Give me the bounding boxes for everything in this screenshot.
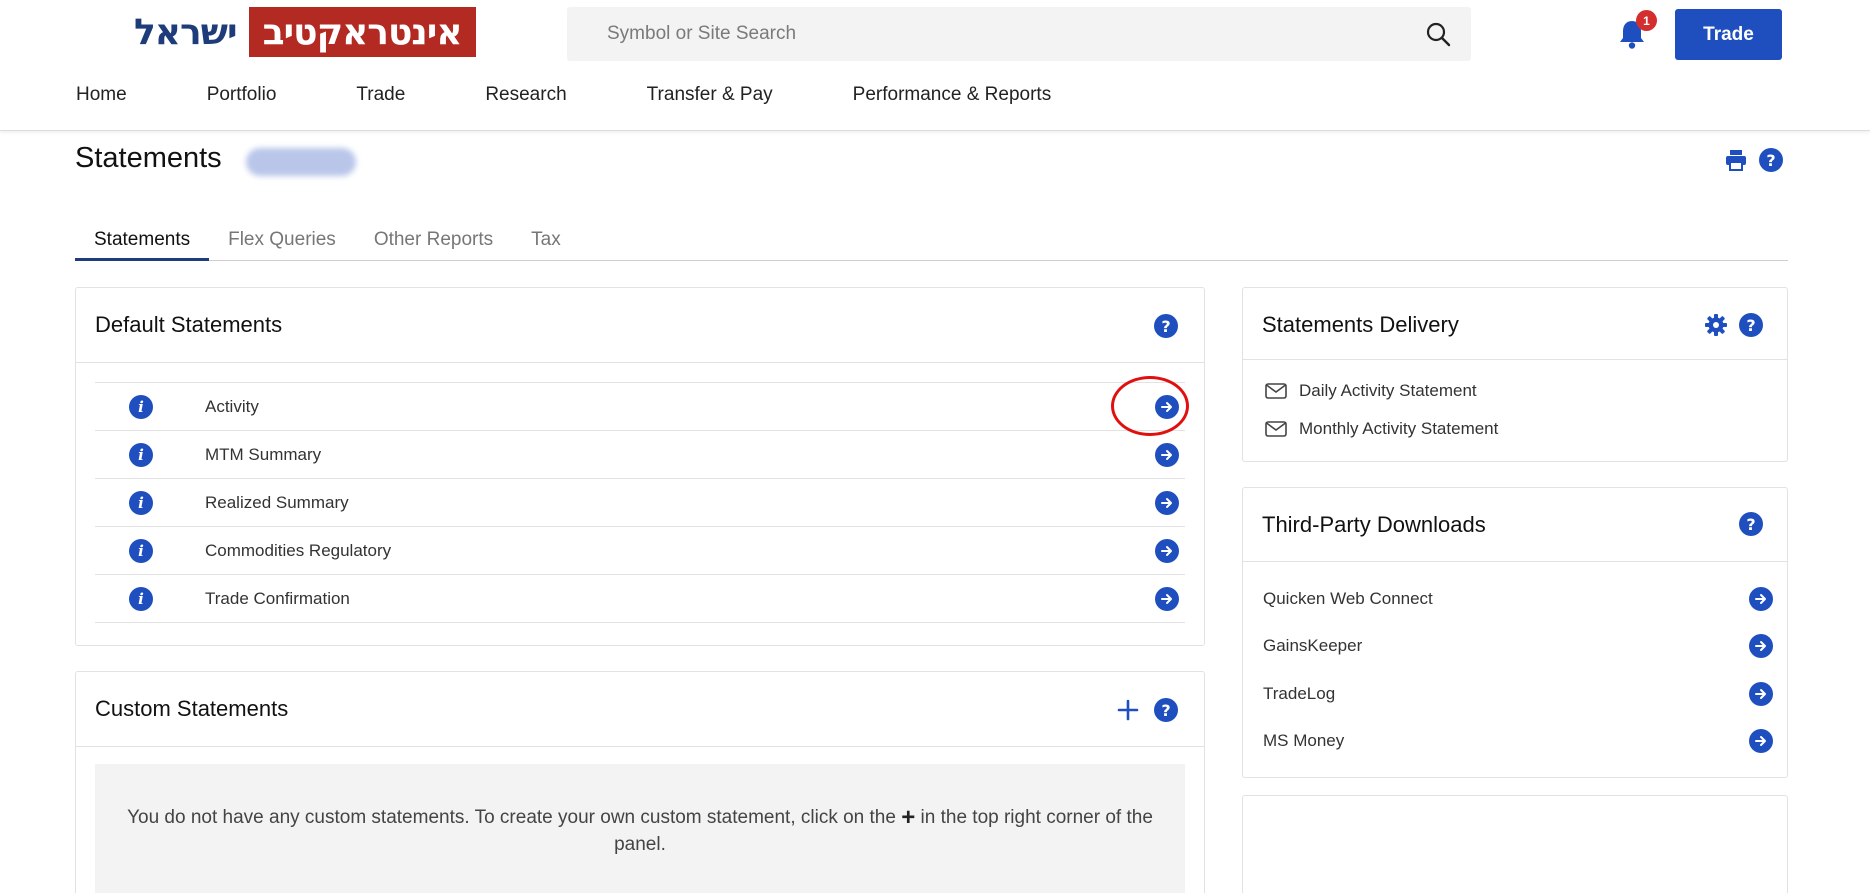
page-help-icon[interactable]: ? [1759, 148, 1783, 172]
delivery-label: Daily Activity Statement [1299, 381, 1477, 400]
nav-item-portfolio[interactable]: Portfolio [207, 84, 277, 106]
statement-label: Realized Summary [205, 493, 349, 512]
statements-delivery-panel: Statements Delivery ? Daily Activity Sta… [1242, 287, 1788, 462]
trade-button[interactable]: Trade [1675, 9, 1782, 60]
tab-tax[interactable]: Tax [512, 228, 580, 261]
statement-label: MTM Summary [205, 445, 322, 464]
panel-header: Third-Party Downloads ? [1243, 488, 1787, 562]
tab-statements[interactable]: Statements [75, 228, 210, 261]
download-label: MS Money [1263, 731, 1345, 750]
nav-item-home[interactable]: Home [76, 84, 127, 106]
download-item-ms-money: MS Money [1263, 728, 1773, 754]
statement-row-realized-summary: i Realized Summary [95, 478, 1185, 526]
default-statements-panel: Default Statements ? i Activity i MTM Su… [75, 287, 1205, 646]
download-label: TradeLog [1263, 684, 1336, 703]
empty-state-text: You do not have any custom statements. T… [115, 804, 1165, 858]
envelope-icon [1265, 383, 1287, 399]
panel-title: Default Statements [95, 312, 283, 337]
delivery-item-monthly[interactable]: Monthly Activity Statement [1265, 417, 1498, 441]
arrow-right-icon[interactable] [1749, 682, 1773, 706]
statement-row-activity: i Activity [95, 382, 1185, 430]
download-label: GainsKeeper [1263, 636, 1363, 655]
statement-row-trade-confirmation: i Trade Confirmation [95, 574, 1185, 622]
delivery-label: Monthly Activity Statement [1299, 419, 1499, 438]
panel-header: Default Statements ? [76, 288, 1204, 363]
statement-label: Trade Confirmation [205, 589, 350, 608]
arrow-right-icon[interactable] [1749, 587, 1773, 611]
statement-row-commodities-regulatory: i Commodities Regulatory [95, 526, 1185, 574]
delivery-item-daily[interactable]: Daily Activity Statement [1265, 379, 1477, 403]
third-party-downloads-panel: Third-Party Downloads ? Quicken Web Conn… [1242, 487, 1788, 778]
page-title: Statements [75, 142, 222, 174]
notification-badge: 1 [1636, 10, 1657, 31]
empty-text-before: You do not have any custom statements. T… [127, 807, 896, 828]
top-bar: ישראל אינטראקטיב 1 Trade Home Portfolio … [0, 0, 1870, 131]
main-nav: Home Portfolio Trade Research Transfer &… [76, 84, 1131, 106]
add-icon[interactable] [1117, 699, 1139, 721]
nav-item-trade[interactable]: Trade [356, 84, 405, 106]
help-icon[interactable]: ? [1154, 698, 1178, 722]
search-input[interactable] [567, 7, 1417, 61]
plus-icon: + [901, 804, 916, 831]
row-divider [95, 622, 1185, 623]
gear-icon[interactable] [1704, 313, 1728, 337]
tab-bar: Statements Flex Queries Other Reports Ta… [75, 228, 1788, 261]
search-bar [567, 7, 1471, 61]
tab-flex-queries[interactable]: Flex Queries [209, 228, 355, 261]
help-icon[interactable]: ? [1739, 313, 1763, 337]
arrow-right-icon[interactable] [1155, 539, 1179, 563]
arrow-right-icon[interactable] [1155, 491, 1179, 515]
panel-header: Custom Statements ? [76, 672, 1204, 747]
download-item-gainskeeper: GainsKeeper [1263, 633, 1773, 659]
statement-label: Commodities Regulatory [205, 541, 392, 560]
envelope-icon [1265, 421, 1287, 437]
empty-state: You do not have any custom statements. T… [95, 764, 1185, 893]
custom-statements-panel: Custom Statements ? You do not have any … [75, 671, 1205, 893]
panel-title: Statements Delivery [1262, 312, 1459, 337]
arrow-right-icon[interactable] [1749, 634, 1773, 658]
download-item-quicken: Quicken Web Connect [1263, 586, 1773, 612]
account-id-redacted [246, 148, 356, 176]
logo-box-text: אינטראקטיב [248, 7, 476, 57]
panel-header: Statements Delivery ? [1243, 288, 1787, 360]
panel-title: Third-Party Downloads [1262, 512, 1486, 537]
nav-item-performance-reports[interactable]: Performance & Reports [853, 84, 1052, 106]
help-icon[interactable]: ? [1739, 512, 1763, 536]
info-icon[interactable]: i [129, 443, 153, 467]
arrow-right-icon[interactable] [1155, 443, 1179, 467]
statement-row-mtm-summary: i MTM Summary [95, 430, 1185, 478]
download-item-tradelog: TradeLog [1263, 681, 1773, 707]
brand-logo[interactable]: ישראל אינטראקטיב [134, 7, 476, 57]
print-icon[interactable] [1724, 148, 1748, 172]
info-icon[interactable]: i [129, 395, 153, 419]
empty-side-panel [1242, 795, 1788, 893]
arrow-right-icon[interactable] [1749, 729, 1773, 753]
info-icon[interactable]: i [129, 491, 153, 515]
panel-title: Custom Statements [95, 696, 289, 721]
statement-label: Activity [205, 397, 259, 416]
logo-text: ישראל [134, 11, 238, 53]
download-label: Quicken Web Connect [1263, 589, 1433, 608]
search-icon[interactable] [1425, 21, 1451, 47]
nav-item-transfer-pay[interactable]: Transfer & Pay [647, 84, 773, 106]
highlight-annotation [1111, 376, 1189, 436]
arrow-right-icon[interactable] [1155, 587, 1179, 611]
nav-item-research[interactable]: Research [485, 84, 566, 106]
tab-other-reports[interactable]: Other Reports [355, 228, 512, 261]
help-icon[interactable]: ? [1154, 314, 1178, 338]
info-icon[interactable]: i [129, 587, 153, 611]
info-icon[interactable]: i [129, 539, 153, 563]
